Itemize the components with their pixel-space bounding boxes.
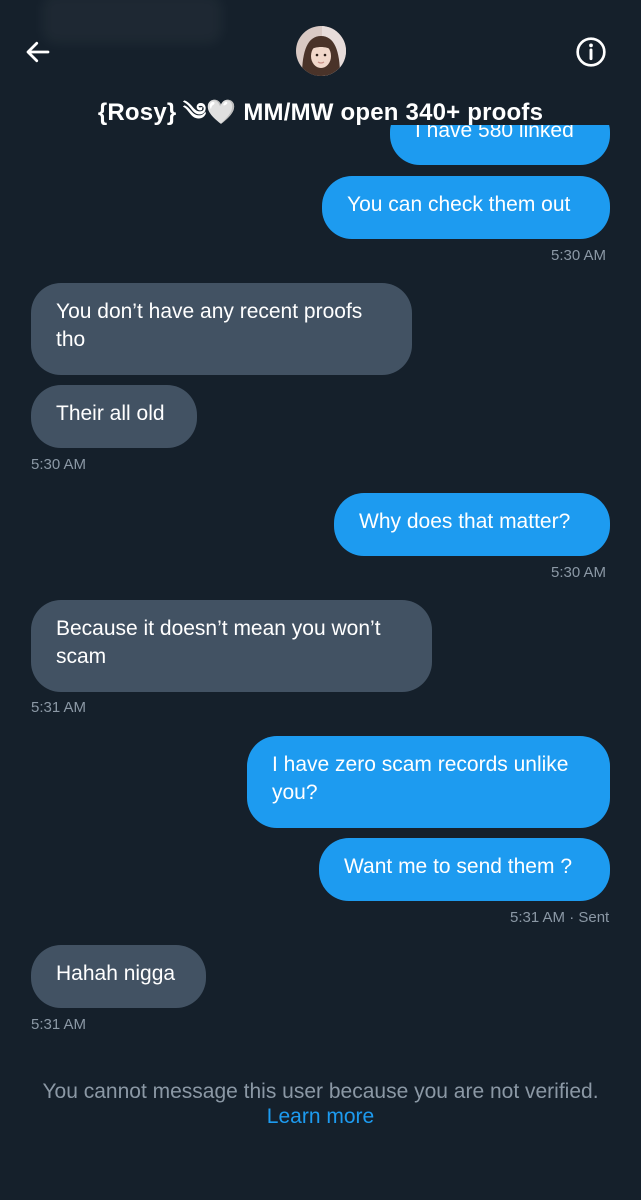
learn-more-link[interactable]: Learn more xyxy=(0,1105,641,1129)
message-timestamp: 5:30 AM xyxy=(31,456,87,473)
back-button[interactable] xyxy=(18,32,58,72)
message-bubble-received[interactable]: You don’t have any recent proofs tho xyxy=(31,283,412,375)
message-bubble-received[interactable]: Their all old xyxy=(31,385,197,448)
message-timestamp: 5:30 AM xyxy=(551,564,607,581)
info-button[interactable] xyxy=(571,32,611,72)
message-timestamp: 5:31 AM xyxy=(31,1016,87,1033)
message-bubble-received[interactable]: Hahah nigga xyxy=(31,945,206,1008)
avatar[interactable] xyxy=(296,26,346,76)
conversation-header: {Rosy} ༄🤍 MM/MW open 340+ proofs xyxy=(0,0,641,126)
message-bubble-sent[interactable]: Want me to send them ? xyxy=(319,838,610,901)
message-timestamp: 5:31 AM · Sent xyxy=(510,909,610,926)
cannot-message-notice: You cannot message this user because you… xyxy=(42,1080,599,1103)
message-timestamp: 5:31 AM xyxy=(31,699,87,716)
message-timestamp: 5:30 AM xyxy=(551,247,607,264)
conversation-title[interactable]: {Rosy} ༄🤍 MM/MW open 340+ proofs xyxy=(0,86,641,153)
avatar-image xyxy=(296,26,346,76)
status-pill-blurred xyxy=(42,0,222,44)
message-bubble-sent[interactable]: You can check them out xyxy=(322,176,610,239)
message-bubble-sent[interactable]: Why does that matter? xyxy=(334,493,610,556)
arrow-left-icon xyxy=(26,41,50,63)
message-bubble-sent[interactable]: I have zero scam records unlike you? xyxy=(247,736,610,828)
message-bubble-received[interactable]: Because it doesn’t mean you won’t scam xyxy=(31,600,432,692)
info-circle-icon xyxy=(576,37,606,67)
